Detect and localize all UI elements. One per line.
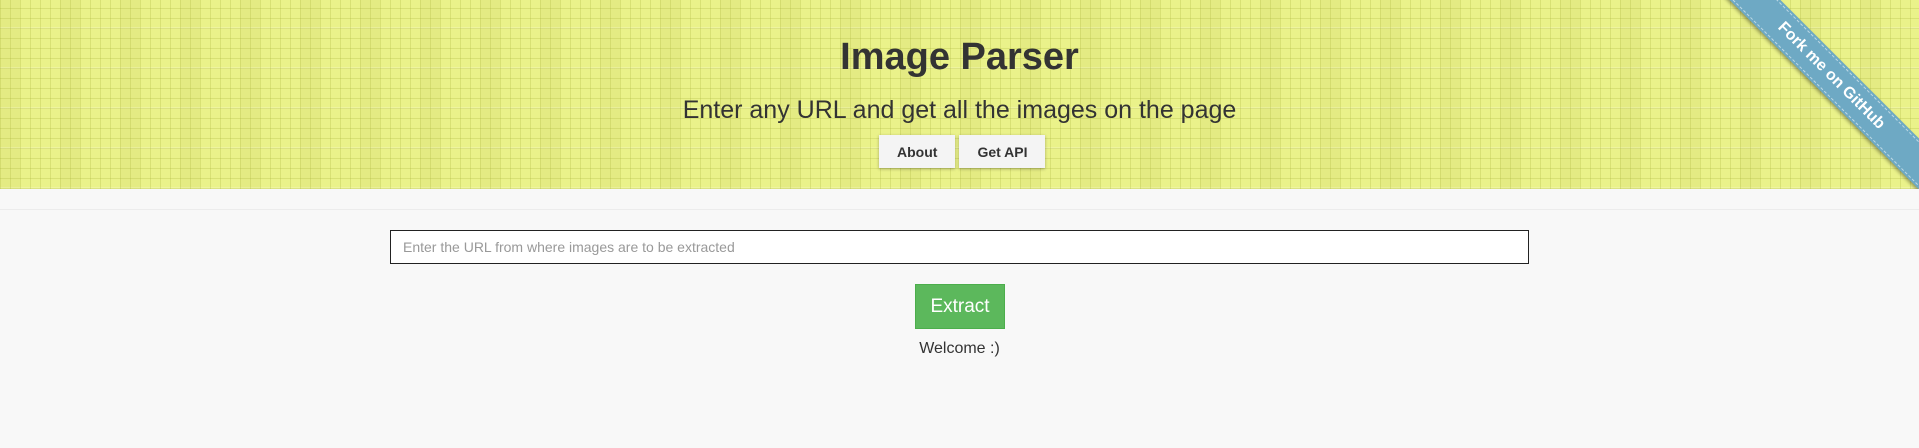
section-divider: [0, 209, 1919, 210]
url-input[interactable]: [390, 230, 1529, 264]
about-button[interactable]: About: [879, 135, 956, 168]
get-api-button[interactable]: Get API: [959, 135, 1046, 168]
page-subtitle: Enter any URL and get all the images on …: [682, 96, 1237, 124]
header-button-group: About Get API: [879, 135, 1046, 168]
extract-button[interactable]: Extract: [915, 284, 1005, 329]
status-message: Welcome :): [919, 340, 1000, 357]
header-banner: Image Parser Enter any URL and get all t…: [0, 0, 1919, 189]
fork-me-on-github-ribbon[interactable]: Fork me on GitHub: [1719, 0, 1919, 189]
page-title: Image Parser: [840, 36, 1079, 78]
github-ribbon-container: Fork me on GitHub: [1719, 0, 1919, 189]
